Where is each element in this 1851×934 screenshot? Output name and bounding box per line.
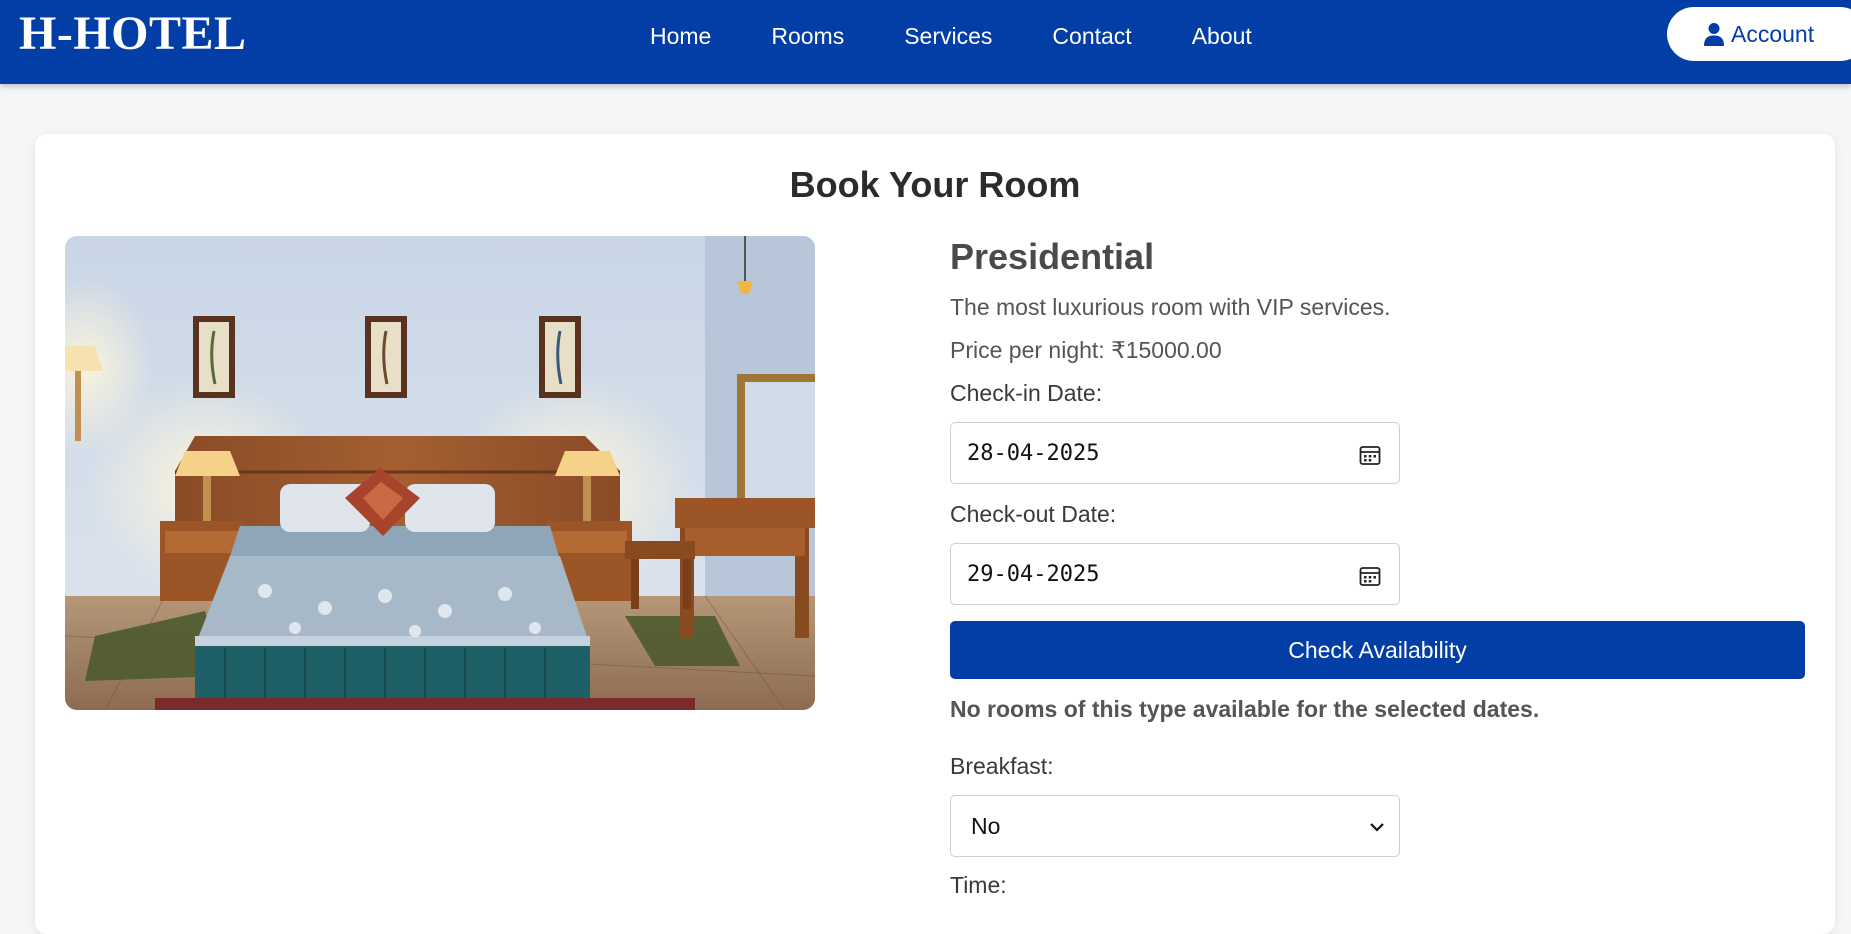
top-navbar: H-HOTEL Home Rooms Services Contact Abou… bbox=[0, 0, 1851, 84]
checkout-date-input[interactable]: 29-04-2025 bbox=[950, 543, 1400, 605]
availability-message: No rooms of this type available for the … bbox=[950, 696, 1540, 722]
room-name: Presidential bbox=[950, 236, 1155, 277]
time-label: Time: bbox=[950, 872, 1007, 898]
nav-link-about[interactable]: About bbox=[1192, 22, 1252, 50]
calendar-icon[interactable] bbox=[1359, 444, 1381, 466]
room-photo bbox=[65, 236, 815, 710]
checkin-label: Check-in Date: bbox=[950, 380, 1103, 406]
breakfast-label: Breakfast: bbox=[950, 753, 1054, 779]
checkin-date-value: 28-04-2025 bbox=[967, 440, 1100, 466]
calendar-icon[interactable] bbox=[1359, 565, 1381, 587]
account-button[interactable]: Account bbox=[1667, 7, 1851, 61]
nav-link-contact[interactable]: Contact bbox=[1052, 22, 1131, 50]
nav-link-services[interactable]: Services bbox=[904, 22, 992, 50]
checkin-date-input[interactable]: 28-04-2025 bbox=[950, 422, 1400, 484]
page-title: Book Your Room bbox=[789, 164, 1081, 205]
checkout-date-value: 29-04-2025 bbox=[967, 561, 1100, 587]
check-availability-button[interactable]: Check Availability bbox=[950, 621, 1805, 679]
room-description: The most luxurious room with VIP service… bbox=[950, 294, 1391, 320]
user-icon bbox=[1704, 23, 1724, 46]
account-label: Account bbox=[1731, 20, 1815, 47]
chevron-down-icon bbox=[1370, 823, 1384, 832]
price-per-night: Price per night: ₹15000.00 bbox=[950, 337, 1222, 363]
breakfast-select[interactable]: No bbox=[950, 795, 1400, 857]
nav-link-rooms[interactable]: Rooms bbox=[771, 22, 844, 50]
nav-links: Home Rooms Services Contact About bbox=[650, 21, 1252, 51]
breakfast-selected-value: No bbox=[971, 812, 1001, 839]
checkout-label: Check-out Date: bbox=[950, 501, 1117, 527]
nav-link-home[interactable]: Home bbox=[650, 22, 711, 50]
brand-logo[interactable]: H-HOTEL bbox=[19, 10, 247, 58]
